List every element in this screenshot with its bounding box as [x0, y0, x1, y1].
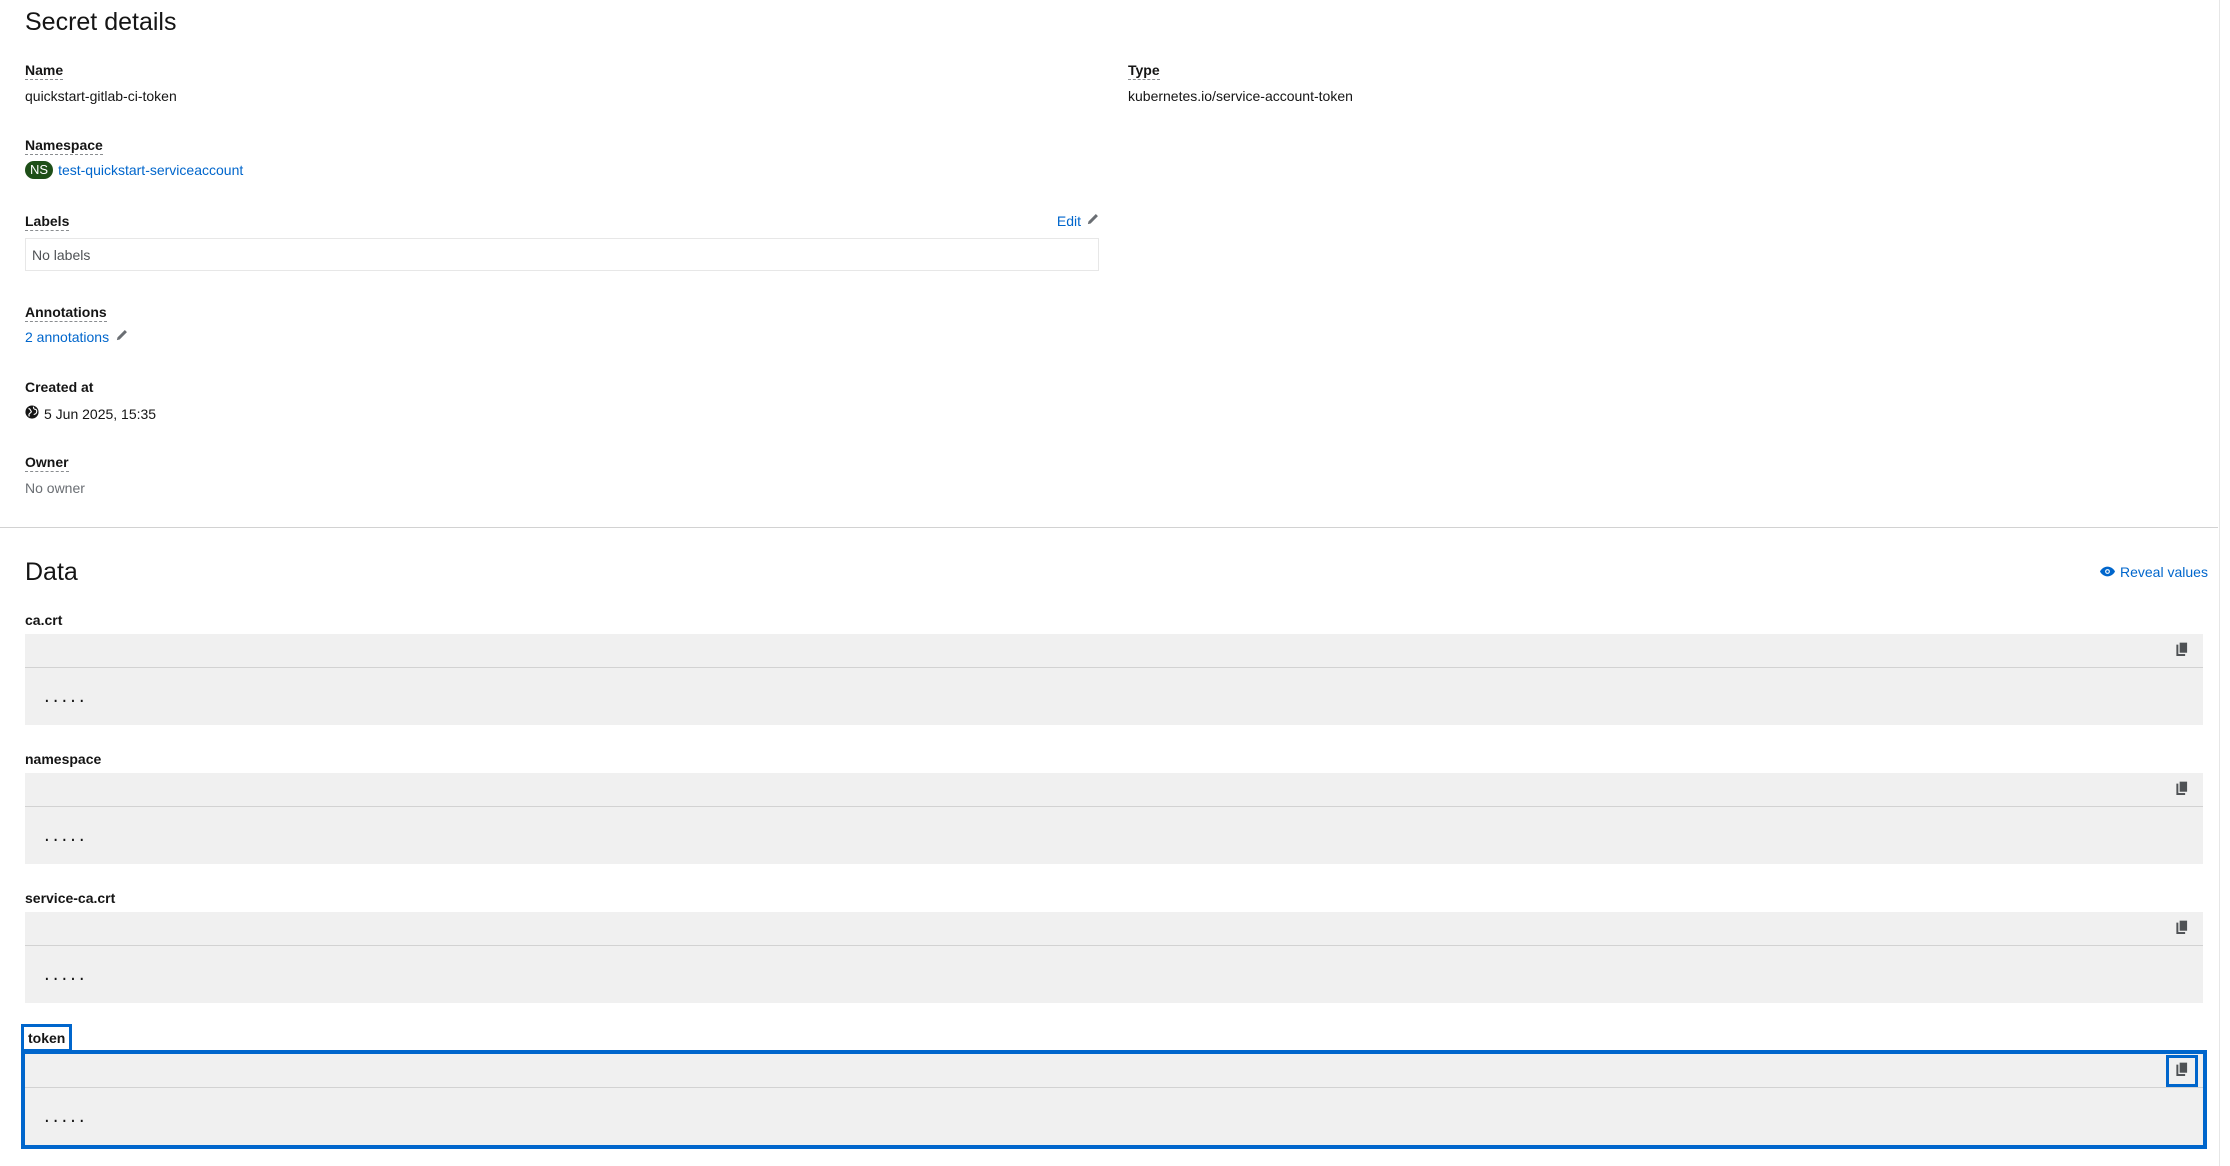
data-item-ca-crt: ca.crt .....: [25, 612, 2203, 725]
labels-box: No labels: [25, 238, 1099, 271]
data-item-token: token .....: [20, 1024, 2203, 1145]
section-divider: [0, 527, 2218, 528]
owner-label: Owner: [25, 454, 69, 472]
annotations-label: Annotations: [25, 304, 107, 322]
created-value: 5 Jun 2025, 15:35: [44, 405, 157, 422]
masked-value: .....: [44, 964, 88, 985]
reveal-values-button[interactable]: Reveal values: [2100, 564, 2208, 580]
data-key: service-ca.crt: [25, 890, 116, 906]
annotations-field: Annotations 2 annotations: [25, 304, 128, 345]
masked-value: .....: [44, 825, 88, 846]
created-label: Created at: [25, 379, 94, 395]
masked-value: .....: [44, 686, 88, 707]
masked-value: .....: [44, 1106, 88, 1127]
name-field: Name quickstart-gitlab-ci-token: [25, 62, 177, 104]
created-field: Created at 5 Jun 2025, 15:35: [25, 379, 156, 422]
pencil-icon: [1086, 213, 1099, 229]
name-value: quickstart-gitlab-ci-token: [25, 88, 177, 104]
data-value-panel: .....: [25, 773, 2203, 864]
owner-value: No owner: [25, 480, 85, 496]
type-field: Type kubernetes.io/service-account-token: [1128, 62, 1353, 104]
copy-icon: [2175, 779, 2189, 800]
pencil-icon: [115, 329, 128, 345]
copy-button[interactable]: [2171, 640, 2193, 662]
reveal-values-label: Reveal values: [2120, 564, 2208, 580]
token-key-highlight: token: [20, 1024, 73, 1052]
data-title: Data: [25, 558, 78, 586]
labels-label: Labels: [25, 213, 70, 231]
labels-edit-button[interactable]: Edit: [1057, 213, 1099, 229]
namespace-link[interactable]: test-quickstart-serviceaccount: [58, 162, 243, 178]
data-value-panel: .....: [25, 912, 2203, 1003]
owner-field: Owner No owner: [25, 454, 85, 496]
data-value-panel: .....: [25, 634, 2203, 725]
copy-button[interactable]: [2171, 918, 2193, 940]
annotations-count: 2 annotations: [25, 329, 110, 345]
eye-icon: [2100, 564, 2115, 580]
labels-edit-label: Edit: [1056, 213, 1081, 229]
type-label: Type: [1128, 62, 1160, 80]
data-item-namespace: namespace .....: [25, 751, 2203, 864]
namespace-label: Namespace: [25, 137, 103, 155]
scrollbar[interactable]: [2219, 0, 2230, 1166]
labels-field: Labels Edit No labels: [25, 213, 1099, 271]
data-value-panel: .....: [25, 1054, 2203, 1145]
namespace-field: Namespace NS test-quickstart-serviceaccou…: [25, 137, 243, 179]
name-label: Name: [25, 62, 64, 80]
copy-button[interactable]: [2166, 1055, 2198, 1087]
copy-icon: [2175, 640, 2189, 661]
type-value: kubernetes.io/service-account-token: [1128, 88, 1353, 104]
data-key: namespace: [25, 751, 102, 767]
copy-button[interactable]: [2171, 779, 2193, 801]
labels-empty-text: No labels: [32, 247, 91, 263]
data-key: token: [20, 1024, 73, 1052]
copy-icon: [2175, 1060, 2189, 1081]
annotations-link[interactable]: 2 annotations: [25, 329, 128, 345]
data-item-service-ca-crt: service-ca.crt .....: [25, 890, 2203, 1003]
globe-icon: [25, 405, 39, 422]
page-title: Secret details: [25, 8, 177, 36]
copy-icon: [2175, 918, 2189, 939]
data-key: ca.crt: [25, 612, 63, 628]
namespace-badge: NS: [25, 161, 54, 179]
